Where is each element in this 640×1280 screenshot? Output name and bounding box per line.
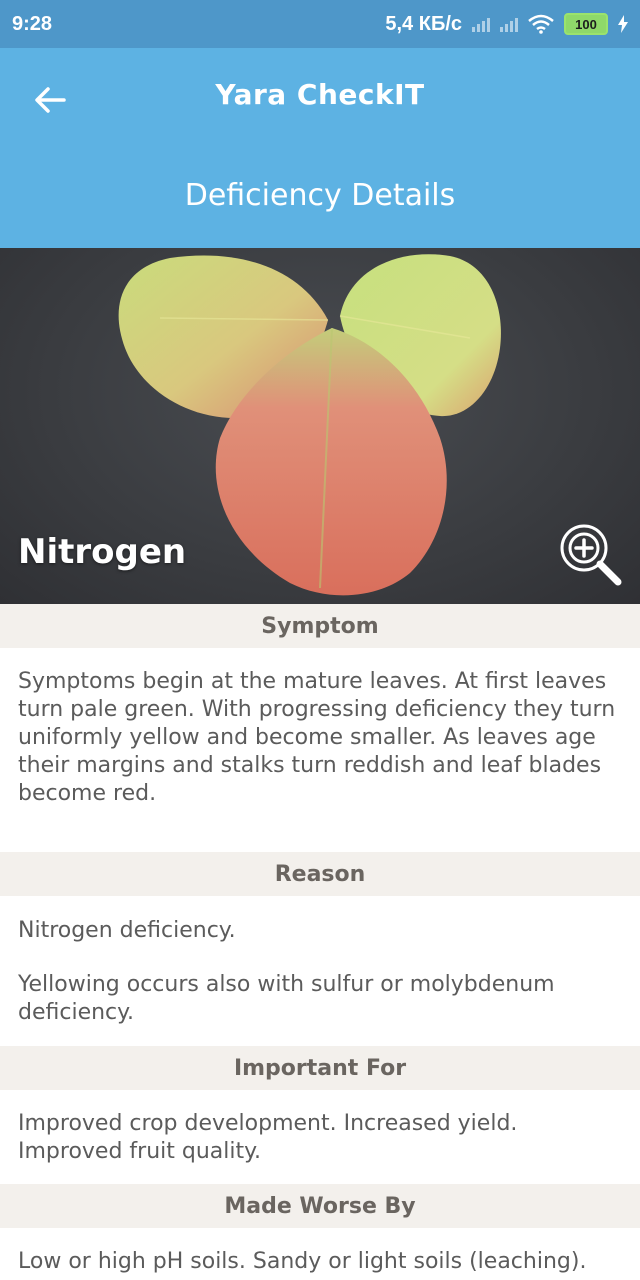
made-worse-by-text: Low or high pH soils. Sandy or light soi… <box>18 1248 626 1276</box>
status-indicators: 5,4 КБ/с 100 <box>385 13 628 36</box>
status-bar: 9:28 5,4 КБ/с 100 <box>0 0 640 48</box>
reason-header: Reason <box>0 852 640 896</box>
zoom-in-icon <box>560 524 622 586</box>
made-worse-by-header: Made Worse By <box>0 1184 640 1228</box>
network-speed: 5,4 КБ/с <box>385 12 462 35</box>
important-for-header: Important For <box>0 1046 640 1090</box>
battery-icon: 100 <box>564 13 608 35</box>
wifi-icon <box>528 14 554 34</box>
symptom-header: Symptom <box>0 604 640 648</box>
zoom-button[interactable] <box>556 520 626 590</box>
deficiency-photo: Nitrogen <box>0 248 640 604</box>
reason-paragraph: Yellowing occurs also with sulfur or mol… <box>18 972 555 1025</box>
nutrient-name: Nitrogen <box>18 532 187 572</box>
charging-icon <box>618 15 628 33</box>
reason-paragraph: Nitrogen deficiency. <box>18 918 236 943</box>
important-for-paragraph: Improved crop development. Increased yie… <box>18 1111 518 1164</box>
signal-icon <box>472 16 490 32</box>
symptom-paragraph: Symptoms begin at the mature leaves. At … <box>18 669 616 806</box>
symptom-text: Symptoms begin at the mature leaves. At … <box>18 668 626 808</box>
reason-text: Nitrogen deficiency. Yellowing occurs al… <box>18 917 626 1027</box>
app-bar: Yara CheckIT Deficiency Details <box>0 48 640 248</box>
made-worse-by-paragraph: Low or high pH soils. Sandy or light soi… <box>18 1249 587 1274</box>
page-title: Deficiency Details <box>184 178 456 213</box>
signal-icon-2 <box>500 16 518 32</box>
important-for-text: Improved crop development. Increased yie… <box>18 1110 626 1166</box>
status-time: 9:28 <box>12 12 53 35</box>
app-title: Yara CheckIT <box>215 78 425 111</box>
